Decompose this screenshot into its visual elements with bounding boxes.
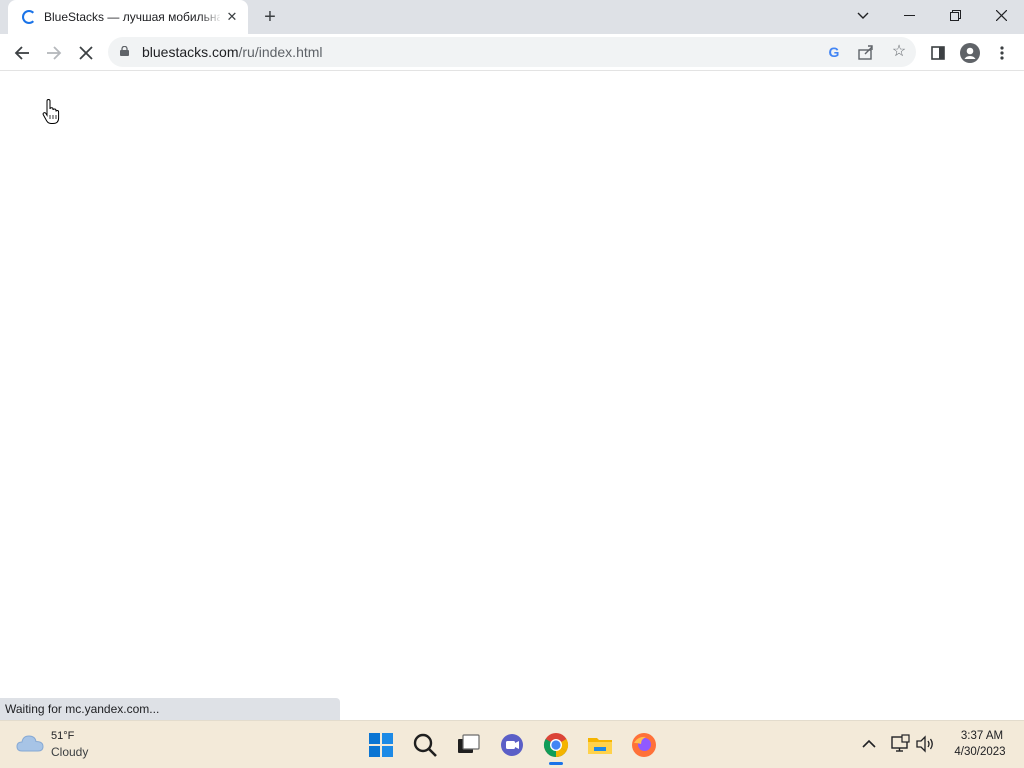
chevron-down-icon bbox=[857, 12, 869, 19]
search-button[interactable] bbox=[410, 730, 440, 760]
teams-chat-button[interactable] bbox=[497, 730, 527, 760]
url-text[interactable]: bluestacks.com/ru/index.html bbox=[142, 44, 323, 60]
side-panel-button[interactable] bbox=[926, 40, 950, 64]
stop-icon bbox=[79, 45, 93, 60]
folder-icon bbox=[588, 738, 612, 754]
status-bubble: Waiting for mc.yandex.com... bbox=[0, 698, 340, 720]
forward-button[interactable] bbox=[42, 40, 66, 64]
show-hidden-icons-button[interactable] bbox=[858, 733, 880, 755]
stop-loading-button[interactable] bbox=[74, 40, 98, 64]
arrow-right-icon bbox=[47, 45, 62, 60]
restore-button[interactable] bbox=[932, 0, 978, 30]
chevron-up-icon bbox=[862, 739, 876, 748]
lock-icon bbox=[120, 46, 129, 56]
google-lens-icon[interactable]: G bbox=[824, 42, 844, 62]
address-bar[interactable]: bluestacks.com/ru/index.html G ☆ bbox=[108, 37, 916, 67]
loading-spinner-icon bbox=[22, 10, 36, 24]
restore-icon bbox=[949, 10, 961, 22]
menu-button[interactable] bbox=[990, 40, 1014, 64]
back-button[interactable] bbox=[10, 40, 34, 64]
weather-temperature: 51°F bbox=[51, 730, 75, 742]
task-view-button[interactable] bbox=[453, 730, 483, 760]
url-path: /ru/index.html bbox=[238, 44, 323, 60]
task-view-icon bbox=[458, 734, 480, 753]
chrome-taskbar-button[interactable] bbox=[541, 730, 571, 765]
bookmark-star-icon[interactable]: ☆ bbox=[888, 41, 910, 63]
network-icon bbox=[891, 734, 910, 752]
close-icon bbox=[995, 9, 1007, 22]
windows-logo-icon bbox=[369, 733, 393, 757]
arrow-left-icon bbox=[14, 45, 29, 60]
tab-strip: BlueStacks — лучшая мобильная ✕ + bbox=[0, 0, 1024, 34]
browser-tab[interactable]: BlueStacks — лучшая мобильная ✕ bbox=[8, 0, 248, 34]
tab-title: BlueStacks — лучшая мобильная bbox=[44, 10, 220, 24]
side-panel-icon bbox=[931, 45, 945, 60]
minimize-button[interactable] bbox=[886, 0, 932, 30]
start-button[interactable] bbox=[366, 730, 396, 760]
network-status-button[interactable] bbox=[889, 733, 911, 755]
chat-icon bbox=[501, 734, 523, 756]
profile-button[interactable] bbox=[958, 40, 982, 64]
kebab-menu-icon bbox=[1000, 45, 1004, 60]
firefox-button[interactable] bbox=[629, 730, 659, 760]
clock-date[interactable]: 4/30/2023 bbox=[944, 746, 1016, 758]
close-window-button[interactable] bbox=[978, 0, 1024, 30]
share-icon bbox=[858, 45, 873, 60]
weather-condition: Cloudy bbox=[51, 745, 89, 759]
cloud-icon bbox=[16, 735, 44, 752]
hand-cursor-icon bbox=[42, 99, 60, 124]
firefox-icon bbox=[632, 733, 656, 757]
file-explorer-button[interactable] bbox=[585, 730, 615, 760]
minimize-icon bbox=[903, 14, 915, 16]
tab-close-icon[interactable]: ✕ bbox=[224, 9, 240, 25]
tab-search-button[interactable] bbox=[840, 0, 886, 30]
chrome-icon bbox=[543, 733, 569, 758]
taskbar: 51°F Cloudy 3:37 AM 4/30/2023 bbox=[0, 720, 1024, 768]
url-host: bluestacks.com bbox=[142, 44, 239, 60]
page-content[interactable] bbox=[0, 71, 1024, 720]
clock-time[interactable]: 3:37 AM bbox=[950, 730, 1014, 742]
speaker-icon bbox=[916, 735, 933, 753]
profile-avatar-icon bbox=[960, 42, 980, 63]
search-icon bbox=[413, 733, 437, 757]
browser-toolbar: bluestacks.com/ru/index.html G ☆ bbox=[0, 34, 1024, 71]
new-tab-button[interactable]: + bbox=[258, 5, 282, 29]
active-app-indicator bbox=[549, 762, 563, 765]
volume-button[interactable] bbox=[914, 733, 936, 755]
share-button[interactable] bbox=[856, 42, 876, 62]
